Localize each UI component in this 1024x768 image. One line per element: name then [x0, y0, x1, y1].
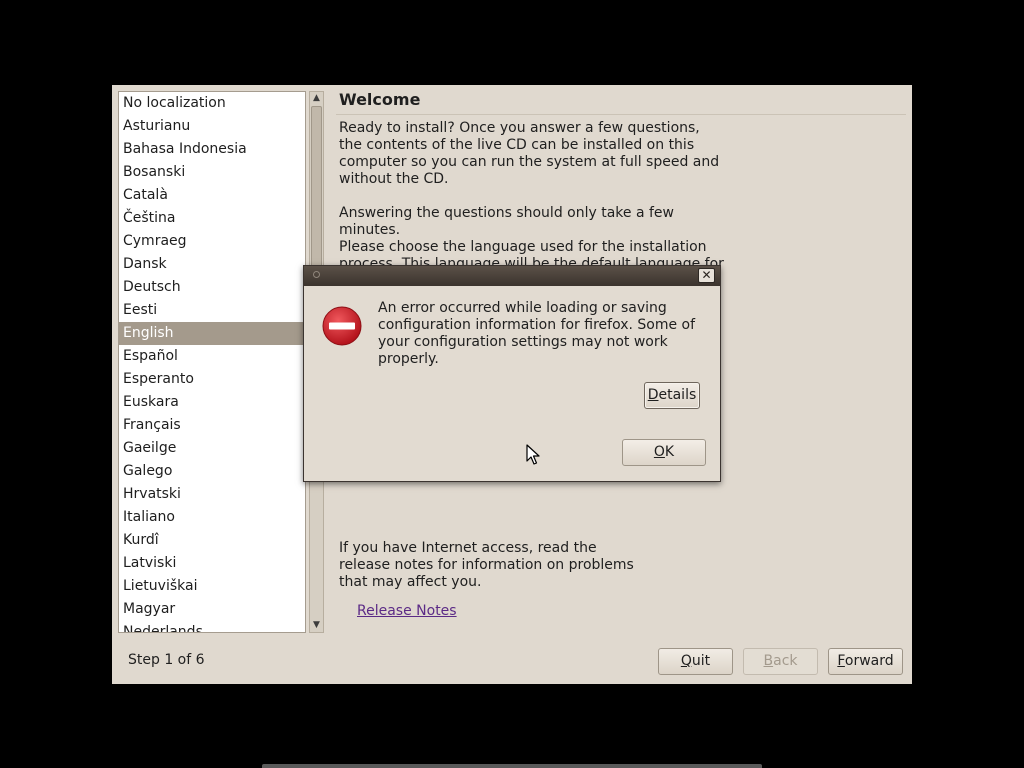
duration-paragraph: Answering the questions should only take…: [339, 205, 674, 238]
forward-button[interactable]: Forward: [828, 648, 903, 675]
back-button[interactable]: Back: [743, 648, 818, 675]
release-notes-link[interactable]: Release Notes: [357, 603, 457, 619]
dialog-titlebar[interactable]: ✕: [304, 266, 720, 286]
ok-mnemonic: O: [653, 444, 665, 460]
language-item[interactable]: Lietuviškai: [119, 575, 305, 598]
language-paragraph: Please choose the language used for the …: [339, 239, 724, 265]
language-item[interactable]: Latviski: [119, 552, 305, 575]
language-item[interactable]: Euskara: [119, 391, 305, 414]
language-item[interactable]: Italiano: [119, 506, 305, 529]
language-item[interactable]: Français: [119, 414, 305, 437]
scroll-up-arrow-icon[interactable]: ▲: [310, 92, 323, 105]
details-mnemonic: D: [647, 387, 659, 403]
language-item[interactable]: Bahasa Indonesia: [119, 138, 305, 161]
language-item[interactable]: Gaeilge: [119, 437, 305, 460]
bottom-panel-edge: [262, 764, 762, 768]
back-label: ack: [773, 653, 798, 669]
language-item[interactable]: Català: [119, 184, 305, 207]
error-icon: [322, 306, 362, 346]
page-title: Welcome: [339, 90, 421, 109]
error-message: An error occurred while loading or savin…: [378, 300, 696, 367]
quit-label: uit: [691, 653, 711, 669]
language-list[interactable]: No localization Asturianu Bahasa Indonesia…: [118, 91, 306, 633]
language-item[interactable]: Deutsch: [119, 276, 305, 299]
ok-label: K: [664, 444, 675, 460]
release-notes-paragraph: If you have Internet access, read the re…: [339, 540, 634, 590]
details-button[interactable]: Details: [644, 382, 700, 409]
close-icon[interactable]: ✕: [698, 268, 715, 283]
language-item[interactable]: Cymraeg: [119, 230, 305, 253]
language-item[interactable]: Nederlands: [119, 621, 305, 632]
title-divider: [336, 114, 906, 115]
language-item[interactable]: Čeština: [119, 207, 305, 230]
step-indicator: Step 1 of 6: [128, 652, 205, 668]
scroll-down-arrow-icon[interactable]: ▼: [310, 619, 323, 632]
language-item[interactable]: Español: [119, 345, 305, 368]
quit-mnemonic: Q: [680, 653, 692, 669]
forward-mnemonic: F: [837, 653, 845, 669]
ok-button[interactable]: OK: [622, 439, 706, 466]
forward-label: orward: [844, 653, 894, 669]
language-item[interactable]: English: [119, 322, 305, 345]
language-item[interactable]: Asturianu: [119, 115, 305, 138]
error-dialog: ✕ An error occurred while loading or sav…: [303, 265, 721, 482]
mouse-pointer-icon: [526, 444, 540, 465]
language-item[interactable]: Galego: [119, 460, 305, 483]
language-item[interactable]: Bosanski: [119, 161, 305, 184]
quit-button[interactable]: Quit: [658, 648, 733, 675]
back-mnemonic: B: [763, 653, 774, 669]
language-item[interactable]: Kurdî: [119, 529, 305, 552]
window-menu-icon[interactable]: [313, 271, 320, 278]
language-item[interactable]: Magyar: [119, 598, 305, 621]
language-item[interactable]: Eesti: [119, 299, 305, 322]
language-item[interactable]: Hrvatski: [119, 483, 305, 506]
details-label: etails: [658, 387, 697, 403]
intro-paragraph: Ready to install? Once you answer a few …: [339, 120, 720, 187]
language-item[interactable]: Esperanto: [119, 368, 305, 391]
language-item[interactable]: No localization: [119, 92, 305, 115]
language-item[interactable]: Dansk: [119, 253, 305, 276]
